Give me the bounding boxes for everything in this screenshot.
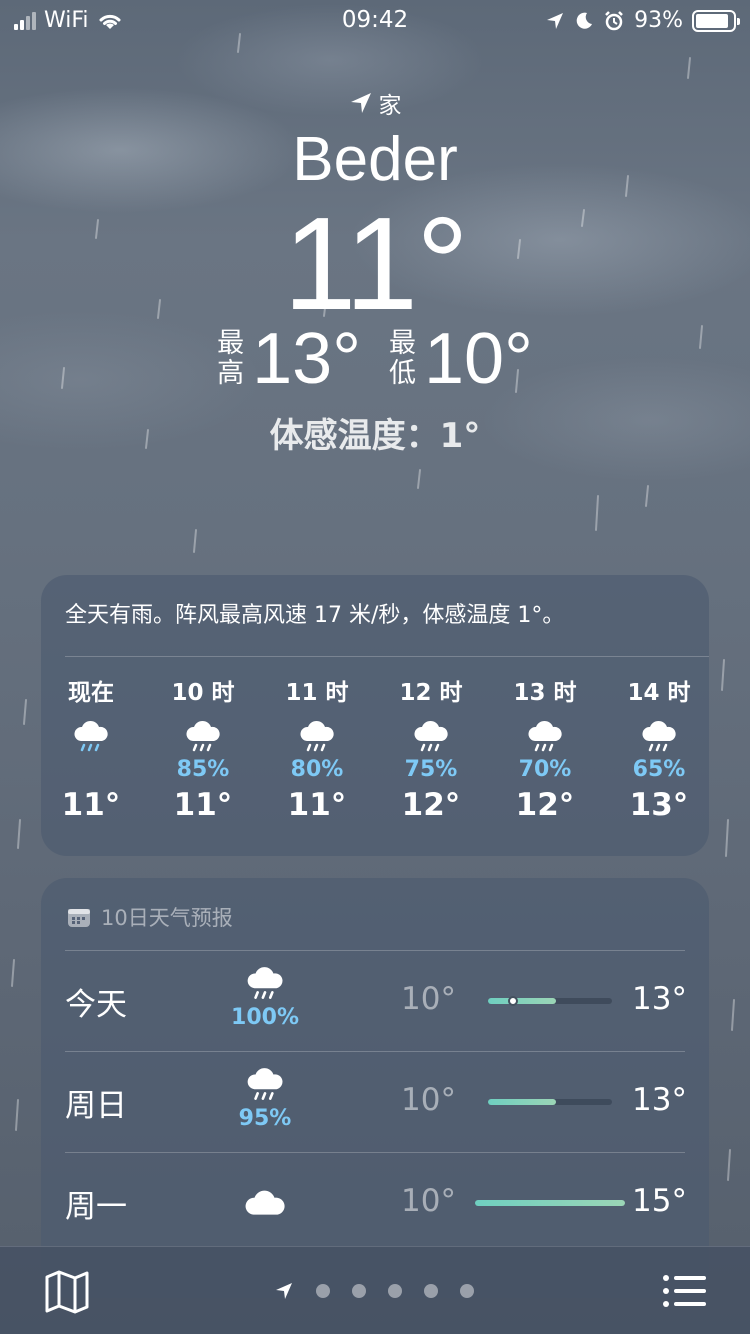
city-name: Beder [292,125,458,194]
rain-cloud-icon [267,715,367,755]
day-row[interactable]: 周一 10° 15° [65,1153,687,1253]
low-label: 最低 [389,328,416,389]
temp-range-fill [488,998,557,1004]
feels-like: 体感温度：1° [269,416,481,456]
current-temperature: 11° [283,190,469,337]
temp-range-bar [475,1200,625,1206]
high-temp: 13° [632,981,687,1017]
calendar-icon [68,909,90,927]
forecast-summary: 全天有雨。阵风最高风速 17 米/秒，体感温度 1°。 [65,603,565,628]
day-name: 周一 [65,1189,127,1225]
daily-forecast-card[interactable]: 10日天气预报 今天 100% 10° 13° 周日 95% 10° 13° 周… [41,878,709,1298]
rain-cloud-icon: 100% [225,965,305,1030]
page-indicator[interactable] [274,1281,474,1301]
hour-item: 12 时 75% 12° [381,675,481,823]
hour-item: 11 时 80% 11° [267,675,367,823]
hourly-list[interactable]: 现在 11° 10 时 85% 11° 11 时 80% 11° 12 时 75… [41,675,709,845]
moon-icon [576,12,593,29]
alarm-icon [605,10,623,30]
low-temp: 10° [401,981,456,1017]
map-icon[interactable] [44,1269,90,1315]
list-icon[interactable] [662,1273,706,1309]
page-dot[interactable] [424,1284,438,1298]
low-temperature: 10° [424,319,533,399]
temp-range-bar [488,996,612,1006]
location-arrow-icon [276,1283,292,1299]
hour-item: 10 时 85% 11° [153,675,253,823]
high-low: 最高 13° 最低 10° [0,318,750,400]
page-dot[interactable] [316,1284,330,1298]
temp-range-bar [488,1099,612,1105]
hourly-forecast-card[interactable]: 全天有雨。阵风最高风速 17 米/秒，体感温度 1°。 现在 11° 10 时 … [41,575,709,856]
hour-item: 13 时 70% 12° [495,675,595,823]
hour-item: 现在 11° [41,675,141,823]
high-temperature: 13° [252,319,361,399]
temp-range-fill [488,1099,557,1105]
high-label: 最高 [217,328,245,389]
battery-percent: 93% [634,8,683,33]
low-temp: 10° [401,1082,456,1118]
day-name: 周日 [65,1088,127,1124]
divider [65,656,709,657]
location-label: 家 [0,86,750,120]
high-temp: 13° [632,1082,687,1118]
page-dot[interactable] [460,1284,474,1298]
day-row[interactable]: 周日 95% 10° 13° [65,1052,687,1152]
battery-icon [692,9,740,32]
daily-header: 10日天气预报 [67,902,233,932]
location-name: 家 [378,93,402,119]
rain-cloud-icon [609,715,709,755]
status-bar: WiFi 09:42 93% [0,0,750,40]
precip-chance: 95% [238,1106,292,1131]
rain-cloud-icon [495,715,595,755]
day-name: 今天 [65,987,127,1023]
location-arrow-icon [547,12,564,29]
rain-cloud-icon [41,715,141,755]
precip-chance: 100% [231,1005,299,1030]
bottom-toolbar [0,1246,750,1334]
day-row[interactable]: 今天 100% 10° 13° [65,951,687,1051]
daily-title: 10日天气预报 [101,906,233,930]
current-temp-dot [507,996,518,1006]
rain-cloud-icon: 95% [225,1066,305,1131]
page-dot[interactable] [352,1284,366,1298]
rain-cloud-icon [381,715,481,755]
page-dot[interactable] [388,1284,402,1298]
low-temp: 10° [401,1183,456,1219]
high-temp: 15° [632,1183,687,1219]
location-arrow-icon [350,93,371,113]
hour-item: 14 时 65% 13° [609,675,709,823]
cloud-icon [225,1187,305,1219]
temp-range-fill [475,1200,625,1206]
rain-cloud-icon [153,715,253,755]
